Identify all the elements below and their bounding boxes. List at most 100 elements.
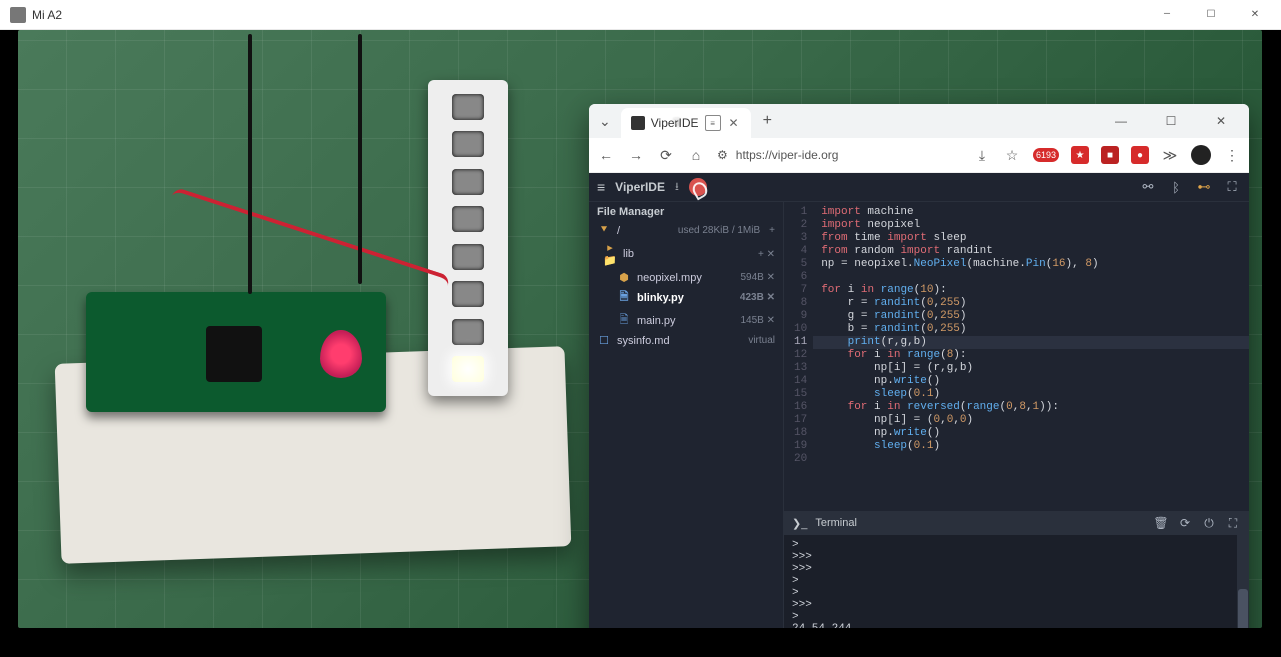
file-manager-root[interactable]: ⯆ / used 28KiB / 1MiB +	[589, 222, 783, 239]
file-entry[interactable]: 🗎 blinky.py 423B ✕	[589, 286, 783, 309]
sys-icon: ☐	[597, 334, 611, 347]
browser-minimize-button[interactable]: —	[1099, 106, 1143, 136]
file-name: sysinfo.md	[617, 335, 742, 347]
ide-body: File Manager ⯆ / used 28KiB / 1MiB + ▸ 📁…	[589, 202, 1249, 628]
content-area: ⌄ ViperIDE ≡ ✕ + — ☐ ✕ ← → ⟳ ⌂ ⚙	[0, 30, 1281, 657]
menu-icon[interactable]: ≡	[597, 179, 605, 195]
terminal-line: >>>	[792, 551, 1241, 563]
terminal-fullscreen-icon[interactable]: ⛶	[1225, 516, 1241, 531]
terminal-scrollbar[interactable]	[1237, 535, 1249, 628]
terminal-line: >	[792, 587, 1241, 599]
code-source[interactable]: import machineimport neopixelfrom time i…	[813, 202, 1249, 511]
file-manager-heading: File Manager	[589, 202, 783, 222]
editor-panel: 1234567891011121314151617181920 import m…	[784, 202, 1249, 628]
led	[452, 206, 484, 232]
url-bar[interactable]: ⚙ https://viper-ide.org	[717, 148, 961, 162]
terminal-line: 24 54 244	[792, 623, 1241, 628]
browser-window: ⌄ ViperIDE ≡ ✕ + — ☐ ✕ ← → ⟳ ⌂ ⚙	[589, 104, 1249, 628]
maximize-button[interactable]: ☐	[1189, 0, 1233, 29]
terminal-output[interactable]: >>>>>>>>>>>>>24 54 244	[784, 535, 1249, 628]
led	[452, 169, 484, 195]
terminal-line: >	[792, 575, 1241, 587]
tab-search-button[interactable]: ⌄	[595, 113, 615, 130]
reload-button[interactable]: ⟳	[657, 147, 675, 164]
extension-badge[interactable]: 6193	[1033, 148, 1059, 162]
extension-icon[interactable]: ●	[1131, 146, 1149, 164]
add-icon[interactable]: +	[766, 225, 775, 236]
power-icon[interactable]: ⏻	[1201, 516, 1217, 531]
viper-ide: ≡ ViperIDE ⭳ ☟ ⚯ ᛒ ⊷ ⛶ File Manager ⯆	[589, 173, 1249, 628]
file-meta: 423B ✕	[740, 292, 775, 303]
site-settings-icon[interactable]: ⚙	[717, 148, 728, 162]
file-name: lib	[623, 248, 752, 260]
terminal-label: Terminal	[815, 517, 857, 529]
install-app-icon[interactable]: ⤓	[973, 147, 991, 164]
file-icon: 🗎	[617, 311, 631, 330]
browser-menu-icon[interactable]: ⋮	[1223, 147, 1241, 164]
led	[452, 244, 484, 270]
usb-icon[interactable]: ⊷	[1195, 179, 1213, 195]
terminal-header[interactable]: ❯_ Terminal 🗑 ⟳ ⏻ ⛶	[784, 511, 1249, 535]
browser-maximize-button[interactable]: ☐	[1149, 106, 1193, 136]
led	[452, 131, 484, 157]
file-entry[interactable]: ▸ 📁lib+ ✕	[589, 239, 783, 269]
clear-terminal-icon[interactable]: 🗑	[1153, 516, 1169, 530]
file-meta: + ✕	[758, 249, 775, 260]
browser-tabstrip: ⌄ ViperIDE ≡ ✕ + — ☐ ✕	[589, 104, 1249, 138]
terminal-line: >	[792, 611, 1241, 623]
folder-icon: ⯆	[597, 224, 611, 237]
file-name: main.py	[637, 315, 734, 327]
code-editor[interactable]: 1234567891011121314151617181920 import m…	[784, 202, 1249, 511]
microcontroller-chip	[206, 326, 262, 382]
home-button[interactable]: ⌂	[687, 147, 705, 163]
minimize-button[interactable]: —	[1145, 0, 1189, 29]
scrollbar-thumb[interactable]	[1238, 589, 1248, 628]
app-title: Mi A2	[32, 8, 62, 22]
photo-background: ⌄ ViperIDE ≡ ✕ + — ☐ ✕ ← → ⟳ ⌂ ⚙	[18, 30, 1262, 628]
run-stop-button[interactable]	[689, 178, 707, 196]
terminal-line: >	[792, 539, 1241, 551]
led-strip	[428, 80, 508, 396]
back-button[interactable]: ←	[597, 147, 615, 163]
file-entry[interactable]: ⬢neopixel.mpy594B ✕	[589, 269, 783, 286]
browser-close-button[interactable]: ✕	[1199, 106, 1243, 136]
profile-avatar[interactable]	[1191, 145, 1211, 165]
led-lit	[452, 356, 484, 382]
black-wire	[358, 34, 362, 284]
file-name: blinky.py	[637, 292, 734, 304]
close-button[interactable]: ✕	[1233, 0, 1277, 29]
line-number-gutter: 1234567891011121314151617181920	[784, 202, 813, 511]
fullscreen-icon[interactable]: ⛶	[1223, 179, 1241, 195]
forward-button[interactable]: →	[627, 147, 645, 163]
file-meta: virtual	[748, 335, 775, 346]
terminal-line: >>>	[792, 599, 1241, 611]
reset-icon[interactable]: ⟳	[1177, 516, 1193, 530]
file-icon: 🗎	[617, 288, 631, 307]
extension-icon[interactable]: ★	[1071, 146, 1089, 164]
new-tab-button[interactable]: +	[757, 112, 778, 130]
tab-close-button[interactable]: ✕	[727, 116, 741, 130]
file-meta: 145B ✕	[740, 315, 775, 326]
browser-tab[interactable]: ViperIDE ≡ ✕	[621, 108, 751, 138]
usage-label: used 28KiB / 1MiB	[678, 225, 760, 236]
led	[452, 319, 484, 345]
led	[452, 281, 484, 307]
reader-mode-icon[interactable]: ≡	[705, 115, 721, 131]
file-manager-panel: File Manager ⯆ / used 28KiB / 1MiB + ▸ 📁…	[589, 202, 784, 628]
app-icon	[10, 7, 26, 23]
bookmark-icon[interactable]: ☆	[1003, 147, 1021, 164]
file-name: neopixel.mpy	[637, 272, 734, 284]
terminal-line: >>>	[792, 563, 1241, 575]
extension-icon[interactable]: ■	[1101, 146, 1119, 164]
link-icon[interactable]: ⚯	[1139, 179, 1157, 195]
download-icon[interactable]: ⭳	[675, 178, 679, 197]
ide-toolbar: ≡ ViperIDE ⭳ ☟ ⚯ ᛒ ⊷ ⛶	[589, 173, 1249, 202]
black-wire	[248, 34, 252, 294]
module-icon: ⬢	[617, 271, 631, 284]
file-entry[interactable]: 🗎 main.py 145B ✕	[589, 309, 783, 332]
root-label: /	[617, 225, 672, 237]
bluetooth-icon[interactable]: ᛒ	[1167, 180, 1185, 195]
file-entry[interactable]: ☐ sysinfo.md virtual	[589, 332, 783, 349]
led	[452, 94, 484, 120]
extensions-menu-icon[interactable]: ≫	[1161, 147, 1179, 164]
